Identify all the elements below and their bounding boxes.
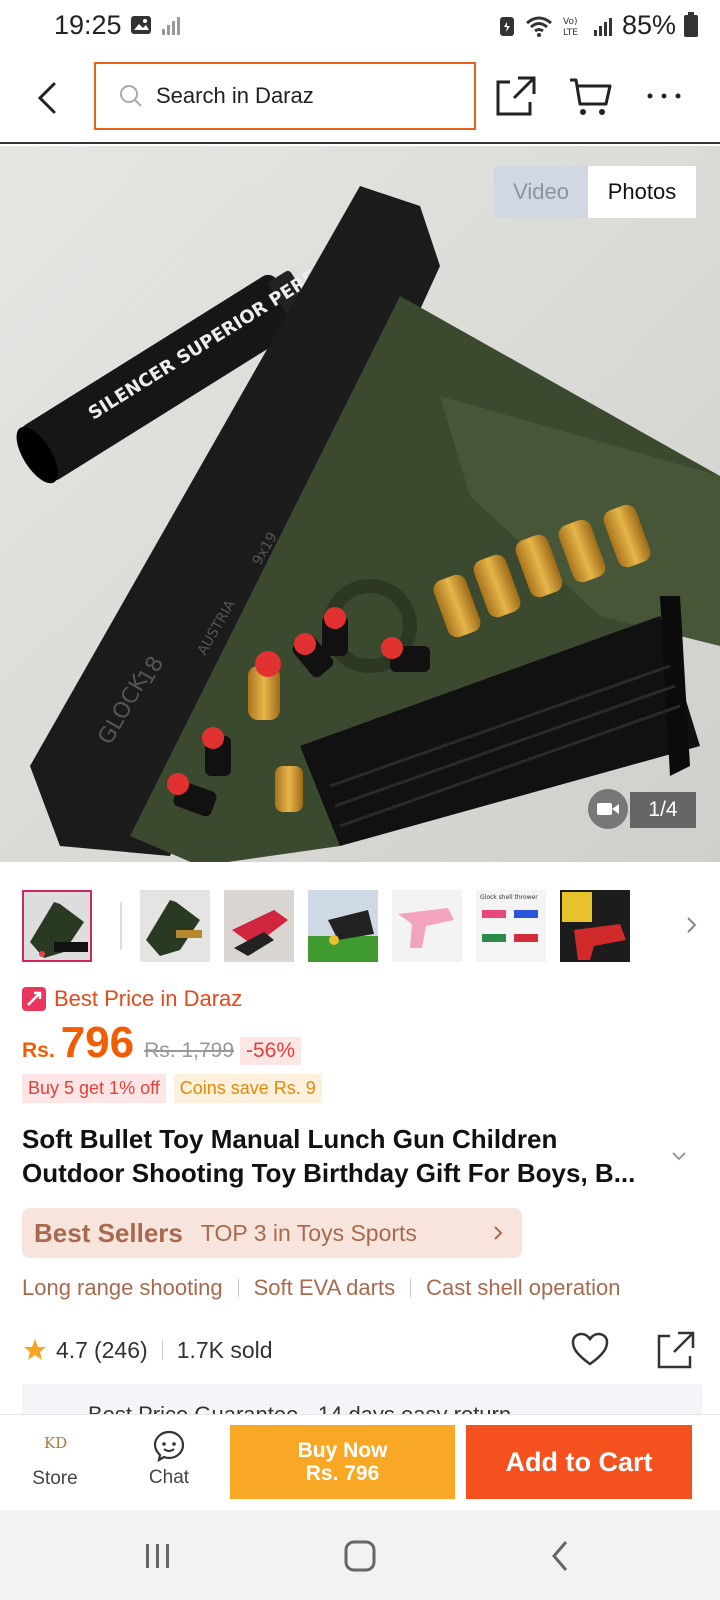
buy-now-button[interactable]: Buy Now Rs. 796 [230, 1425, 455, 1499]
current-price: 796 [60, 1018, 135, 1067]
more-options-icon[interactable] [642, 74, 686, 118]
best-price-icon [22, 987, 46, 1011]
rating-row: 4.7 (246) 1.7K sold [22, 1330, 702, 1370]
feature-tag: Long range shooting [22, 1275, 223, 1300]
star-icon [24, 1339, 46, 1360]
rating-count[interactable]: (246) [94, 1337, 148, 1364]
wifi-icon [525, 16, 552, 37]
bottom-action-bar: KD Store Chat Buy Now Rs. 796 Add to Car… [0, 1414, 720, 1510]
original-price: Rs. 1,799 [144, 1039, 234, 1062]
home-icon[interactable] [340, 1538, 380, 1574]
buy-now-label: Buy Now [297, 1439, 388, 1462]
thumbnail-4[interactable] [308, 890, 378, 962]
buy-now-price: Rs. 796 [305, 1462, 380, 1485]
thumbnail-2[interactable] [140, 890, 210, 962]
battery-icon [684, 11, 698, 37]
image-counter: 1/4 [630, 792, 696, 828]
svg-text:LTE: LTE [563, 28, 578, 38]
search-icon [120, 85, 142, 107]
thumbnail-6[interactable]: Glock shell thrower [476, 890, 546, 962]
share-icon[interactable] [494, 74, 538, 118]
status-bar: 19:25 Vo) LTE 85% [0, 0, 720, 52]
data-saver-icon [499, 16, 514, 36]
store-label: Store [32, 1468, 78, 1489]
product-title-line2: Outdoor Shooting Toy Birthday Gift For B… [22, 1158, 636, 1188]
thumbnail-divider [120, 902, 122, 950]
product-page: 19:25 Vo) LTE 85% Search in Daraz SILENC… [0, 0, 720, 1600]
chevron-right-icon [494, 1226, 503, 1240]
best-price-badge: Best Price in Daraz [22, 986, 242, 1012]
back-arrow-icon[interactable] [28, 78, 68, 118]
image-notification-icon [131, 16, 151, 34]
product-image-gallery[interactable]: SILENCER SUPERIOR PERFORMANCE GLOCK 18 A… [0, 146, 720, 862]
price-row: Rs. 796 Rs. 1,799 -56% [22, 1018, 302, 1068]
chevron-right-icon[interactable] [680, 912, 702, 938]
video-camera-icon [597, 803, 619, 815]
thumbnail-3[interactable] [224, 890, 294, 962]
promo-tags: Buy 5 get 1% off Coins save Rs. 9 [22, 1074, 322, 1103]
thumbnail-7[interactable] [560, 890, 630, 962]
search-bar[interactable]: Search in Daraz [94, 62, 476, 130]
product-title-line1: Soft Bullet Toy Manual Lunch Gun Childre… [22, 1124, 558, 1154]
chat-button[interactable]: Chat [136, 1429, 202, 1489]
tab-video[interactable]: Video [494, 166, 588, 218]
status-time: 19:25 [54, 10, 122, 40]
cart-icon[interactable] [568, 74, 612, 118]
store-button[interactable]: KD Store [22, 1429, 88, 1490]
product-image: SILENCER SUPERIOR PERFORMANCE GLOCK 18 A… [0, 146, 720, 862]
chat-icon [153, 1430, 185, 1463]
feature-tag: Cast shell operation [426, 1275, 621, 1300]
chevron-down-icon[interactable] [668, 1148, 690, 1164]
guarantee-row[interactable]: Best Price Guarantee · 14 days easy retu… [22, 1384, 702, 1414]
rating-score: 4.7 [56, 1336, 88, 1363]
thumbnail-1[interactable] [22, 890, 92, 962]
chat-label: Chat [148, 1467, 190, 1488]
best-price-label: Best Price in Daraz [54, 986, 243, 1011]
best-sellers-banner[interactable]: Best Sellers TOP 3 in Toys Sports [22, 1208, 522, 1258]
add-to-cart-button[interactable]: Add to Cart [466, 1425, 692, 1499]
promo-coins[interactable]: Coins save Rs. 9 [173, 1074, 322, 1103]
thumbnail-strip: Glock shell thrower [22, 890, 702, 964]
search-placeholder: Search in Daraz [156, 83, 314, 108]
svg-text:Vo): Vo) [563, 17, 577, 27]
media-tabs: Video Photos [494, 166, 696, 218]
thumbnail-5[interactable] [392, 890, 462, 962]
best-sellers-rank: TOP 3 in Toys Sports [200, 1219, 417, 1246]
signal-icon [593, 17, 612, 36]
store-logo-icon: KD [44, 1434, 67, 1452]
battery-percent: 85% [621, 10, 676, 40]
sold-count: 1.7K sold [176, 1336, 273, 1363]
svg-text:KD: KD [44, 1434, 67, 1452]
best-sellers-title: Best Sellers [34, 1217, 183, 1248]
system-nav-bar [0, 1510, 720, 1600]
feature-tag: Soft EVA darts [253, 1275, 396, 1300]
video-play-button[interactable] [588, 789, 628, 829]
top-header: Search in Daraz [0, 52, 720, 144]
tab-photos[interactable]: Photos [588, 166, 696, 218]
wishlist-heart-icon[interactable] [570, 1330, 610, 1370]
promo-bundle[interactable]: Buy 5 get 1% off [22, 1074, 166, 1103]
feature-tags: Long range shooting Soft EVA darts Cast … [22, 1275, 621, 1301]
product-title[interactable]: Soft Bullet Toy Manual Lunch Gun Childre… [22, 1122, 672, 1190]
guarantee-text: Best Price Guarantee · 14 days easy retu… [88, 1402, 511, 1414]
recent-apps-icon[interactable] [138, 1538, 178, 1574]
discount-badge: -56% [240, 1037, 302, 1065]
share-icon[interactable] [656, 1330, 696, 1370]
svg-text:Glock shell thrower: Glock shell thrower [480, 894, 538, 901]
no-signal-icon [162, 17, 180, 35]
back-nav-icon[interactable] [542, 1538, 582, 1574]
price-currency: Rs. [22, 1039, 55, 1062]
volte-icon: Vo)LTE [563, 17, 578, 38]
